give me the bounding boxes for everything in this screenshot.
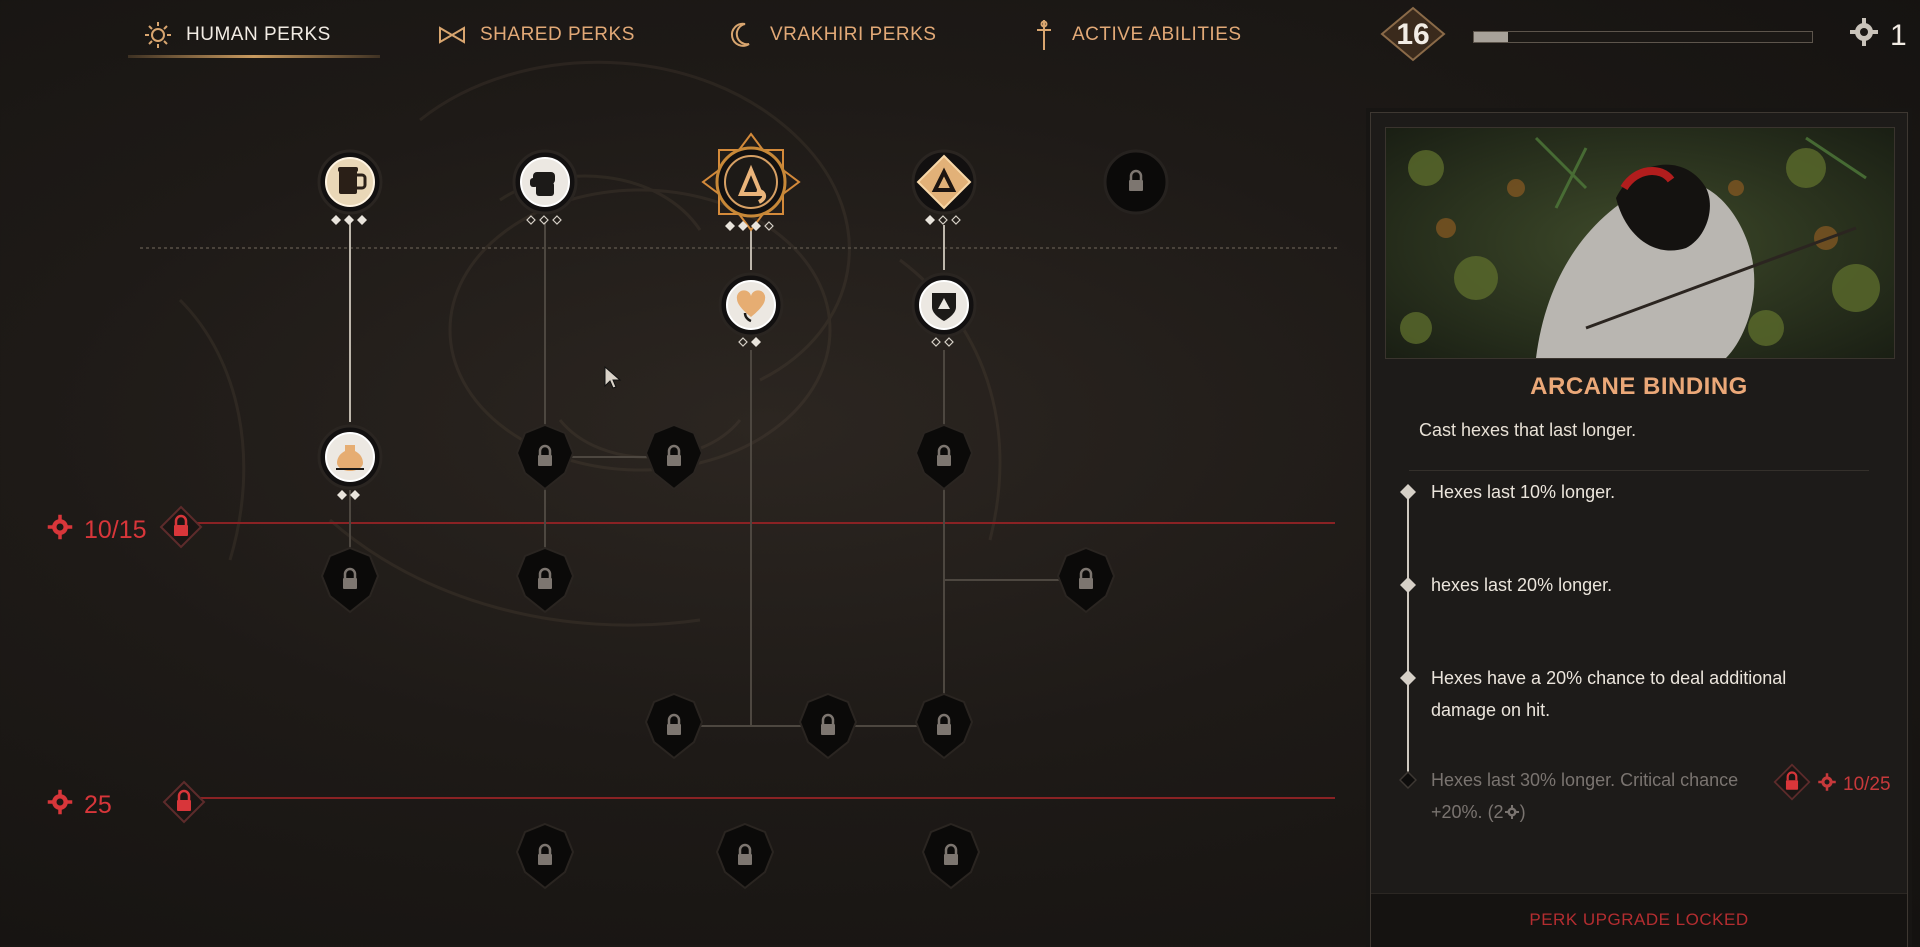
rank-pip-empty bbox=[538, 215, 549, 225]
requirement-value: 10/25 bbox=[1843, 774, 1891, 795]
rank-pip-empty bbox=[944, 337, 954, 347]
threshold-label-10-15: 10/15 bbox=[46, 505, 203, 556]
perk-point-gear-icon bbox=[1848, 16, 1880, 56]
perk-node-locked[interactable] bbox=[1050, 544, 1122, 616]
perk-node-shield[interactable] bbox=[908, 269, 980, 341]
owned-connectors bbox=[349, 222, 945, 422]
threshold-gear-icon bbox=[46, 513, 74, 548]
rank-pip-filled bbox=[725, 221, 735, 231]
perk-points-count: 1 bbox=[1890, 19, 1907, 52]
rank-pip-filled bbox=[337, 490, 347, 500]
rank-pips bbox=[931, 337, 954, 351]
perk-illustration bbox=[1385, 127, 1895, 359]
xp-progress-bar bbox=[1473, 31, 1813, 43]
threshold-gear-icon bbox=[46, 788, 74, 823]
rank-pips bbox=[525, 215, 562, 229]
tier-3-diamond-icon bbox=[1399, 669, 1417, 687]
rank-pip-empty bbox=[551, 215, 562, 225]
rank-pip-filled bbox=[924, 215, 935, 225]
tier-4-requirement: 10/25 bbox=[1773, 763, 1891, 807]
perk-node-locked[interactable] bbox=[908, 421, 980, 493]
rank-pip-filled bbox=[343, 215, 354, 225]
rank-pip-filled bbox=[350, 490, 360, 500]
panel-divider bbox=[1409, 470, 1869, 471]
rank-pips bbox=[337, 490, 360, 504]
threshold-value: 10/15 bbox=[84, 516, 147, 544]
threshold-value: 25 bbox=[84, 791, 112, 819]
perk-node-potion[interactable] bbox=[314, 421, 386, 493]
rank-pip-empty bbox=[764, 221, 774, 231]
requirement-gear-icon bbox=[1817, 772, 1837, 798]
perk-node-heart[interactable] bbox=[715, 269, 787, 341]
perk-node-locked[interactable] bbox=[915, 820, 987, 892]
rank-pip-filled bbox=[751, 337, 761, 347]
threshold-lock-icon bbox=[159, 505, 203, 556]
perk-node-locked[interactable] bbox=[908, 690, 980, 762]
tier-4-text: Hexes last 30% longer. Critical chance +… bbox=[1431, 764, 1761, 828]
perk-node-locked[interactable] bbox=[638, 690, 710, 762]
rank-pips bbox=[330, 215, 367, 229]
perk-node-tankard[interactable] bbox=[314, 146, 386, 218]
perk-node-locked[interactable] bbox=[709, 820, 781, 892]
player-level-badge: 16 bbox=[1378, 6, 1448, 62]
rank-pip-empty bbox=[937, 215, 948, 225]
tier-4-cost: (2) bbox=[1488, 802, 1526, 822]
rank-pip-filled bbox=[330, 215, 341, 225]
tier-2-diamond-icon bbox=[1399, 576, 1417, 594]
tier-track-line bbox=[1407, 491, 1409, 781]
perk-node-locked[interactable] bbox=[792, 690, 864, 762]
cost-gear-icon bbox=[1504, 805, 1519, 819]
perk-node-locked[interactable] bbox=[509, 544, 581, 616]
perk-tree: 10/15 25 bbox=[0, 0, 1360, 945]
mouse-cursor-icon bbox=[604, 366, 622, 389]
perk-node-fist[interactable] bbox=[509, 146, 581, 218]
rank-pip-empty bbox=[738, 337, 748, 347]
perk-title: ARCANE BINDING bbox=[1530, 373, 1748, 400]
tier-4-description: Hexes last 30% longer. Critical chance +… bbox=[1431, 770, 1739, 822]
player-level: 16 bbox=[1396, 18, 1430, 51]
tier-1-diamond-icon bbox=[1399, 483, 1417, 501]
threshold-lock-icon bbox=[162, 780, 206, 831]
tier-4-diamond-icon bbox=[1398, 770, 1418, 790]
rank-pips bbox=[738, 337, 761, 351]
rank-pip-filled bbox=[356, 215, 367, 225]
perk-node-arcane-triangle[interactable] bbox=[908, 146, 980, 218]
xp-progress-fill bbox=[1474, 32, 1508, 42]
perk-description: Cast hexes that last longer. bbox=[1419, 420, 1637, 440]
perk-points: 1 bbox=[1848, 16, 1907, 56]
perk-node-arcane-binding[interactable] bbox=[701, 132, 801, 232]
rank-pip-empty bbox=[525, 215, 536, 225]
threshold-label-25: 25 bbox=[46, 780, 206, 831]
tier-1-text: Hexes last 10% longer. bbox=[1431, 482, 1616, 502]
perk-node-locked[interactable] bbox=[314, 544, 386, 616]
perk-detail-panel: ARCANE BINDING Cast hexes that last long… bbox=[1370, 112, 1908, 947]
requirement-lock-icon bbox=[1773, 763, 1811, 807]
rank-pips bbox=[725, 221, 774, 235]
rank-pip-filled bbox=[751, 221, 761, 231]
rank-pip-filled bbox=[738, 221, 748, 231]
tier-3-text: Hexes have a 20% chance to deal addition… bbox=[1431, 668, 1787, 720]
perk-node-top-locked[interactable] bbox=[1100, 146, 1172, 218]
perk-node-locked[interactable] bbox=[509, 421, 581, 493]
perk-node-locked[interactable] bbox=[509, 820, 581, 892]
perk-node-locked[interactable] bbox=[638, 421, 710, 493]
rank-pip-empty bbox=[931, 337, 941, 347]
tier-2-text: hexes last 20% longer. bbox=[1431, 575, 1613, 595]
tier-4-cost-value: (2 bbox=[1487, 802, 1504, 822]
rank-pip-empty bbox=[950, 215, 961, 225]
rank-pips bbox=[924, 215, 961, 229]
tier-4-cost-close: ) bbox=[1519, 802, 1526, 822]
perk-upgrade-locked-button[interactable]: PERK UPGRADE LOCKED bbox=[1371, 893, 1907, 947]
